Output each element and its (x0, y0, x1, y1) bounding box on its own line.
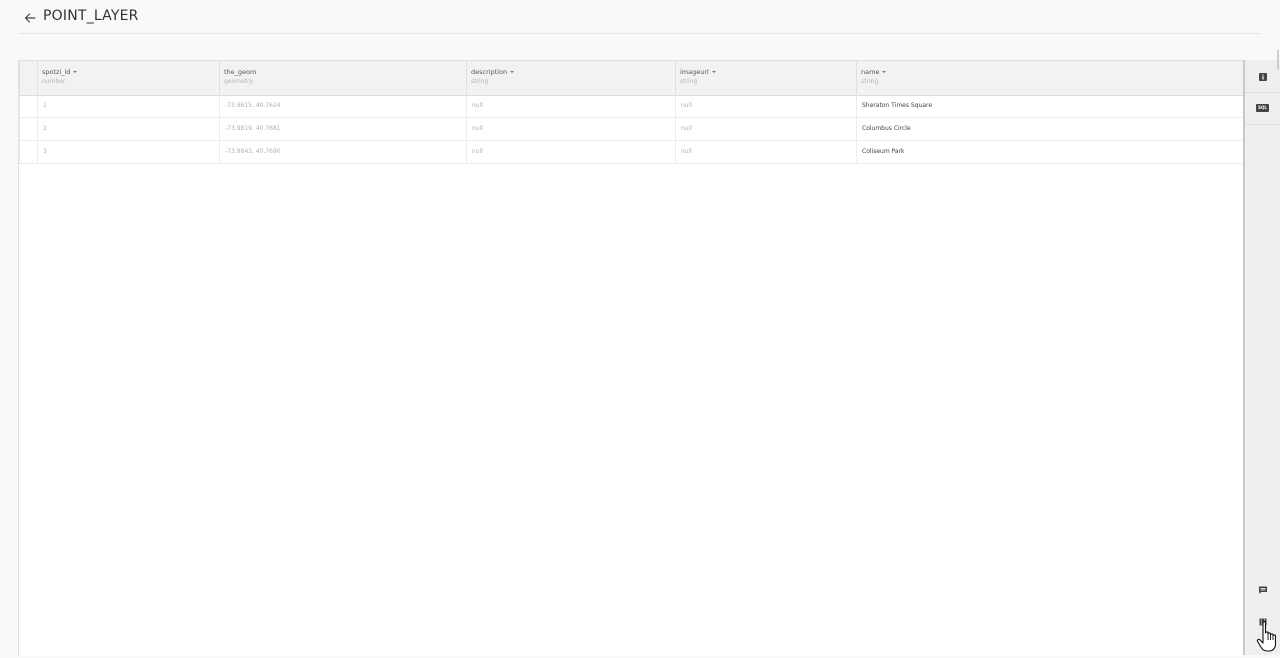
sql-button[interactable]: SQL (1245, 92, 1280, 125)
column-type: number (42, 78, 66, 85)
table-row[interactable]: 2 -73.9819, 40.7681 null null Columbus C… (19, 118, 1244, 141)
cell-imageurl[interactable]: null (675, 118, 856, 140)
row-selector[interactable] (19, 118, 37, 140)
cell-spotzi-id[interactable]: 2 (37, 118, 219, 140)
row-selector[interactable] (19, 141, 37, 163)
info-button[interactable] (1245, 60, 1280, 93)
comment-icon (1258, 580, 1268, 599)
sql-icon: SQL (1256, 104, 1269, 112)
hand-cursor-icon (1256, 620, 1280, 654)
scrollbar-thumb[interactable] (1277, 50, 1279, 70)
column-name: the_geom (224, 68, 257, 76)
cell-spotzi-id[interactable]: 1 (37, 95, 219, 117)
sort-caret-icon[interactable] (73, 71, 78, 73)
column-type: string (861, 78, 879, 85)
cell-name[interactable]: Sheraton Times Square (856, 95, 1244, 117)
column-header-the-geom[interactable]: the_geom geometry (219, 61, 466, 95)
column-type: string (471, 78, 489, 85)
row-selector-header (19, 61, 37, 95)
sort-caret-icon[interactable] (510, 71, 515, 73)
table-row[interactable]: 1 -73.9815, 40.7624 null null Sheraton T… (19, 95, 1244, 118)
arrow-left-icon[interactable] (22, 10, 38, 26)
column-header-description[interactable]: description string (466, 61, 675, 95)
cell-name[interactable]: Coliseum Park (856, 141, 1244, 163)
column-name: spotzi_id (42, 68, 71, 76)
cell-imageurl[interactable]: null (675, 95, 856, 117)
cell-name[interactable]: Columbus Circle (856, 118, 1244, 140)
column-header-name[interactable]: name string (856, 61, 1244, 95)
cell-description[interactable]: null (466, 118, 675, 140)
cell-the-geom[interactable]: -73.9815, 40.7624 (219, 95, 466, 117)
cell-the-geom[interactable]: -73.9843, 40.7690 (219, 141, 466, 163)
sort-caret-icon[interactable] (882, 71, 887, 73)
page-title: POINT_LAYER (43, 8, 139, 24)
column-type: string (680, 78, 698, 85)
cell-spotzi-id[interactable]: 3 (37, 141, 219, 163)
cell-description[interactable]: null (466, 141, 675, 163)
cell-imageurl[interactable]: null (675, 141, 856, 163)
sort-caret-icon[interactable] (711, 71, 716, 73)
column-type: geometry (224, 78, 254, 85)
info-icon (1258, 67, 1268, 86)
column-name: description (471, 68, 508, 76)
page-header: POINT_LAYER (18, 0, 1260, 34)
column-name: imageurl (680, 68, 709, 76)
row-selector[interactable] (19, 95, 37, 117)
comment-button[interactable] (1245, 574, 1280, 604)
table-row[interactable]: 3 -73.9843, 40.7690 null null Coliseum P… (19, 141, 1244, 164)
column-name: name (861, 68, 880, 76)
cell-the-geom[interactable]: -73.9819, 40.7681 (219, 118, 466, 140)
column-header-imageurl[interactable]: imageurl string (675, 61, 856, 95)
table-header: spotzi_id number the_geom geometry descr… (19, 61, 1244, 96)
right-toolbar: SQL (1243, 60, 1280, 655)
cell-description[interactable]: null (466, 95, 675, 117)
column-header-spotzi-id[interactable]: spotzi_id number (37, 61, 219, 95)
data-table: spotzi_id number the_geom geometry descr… (18, 60, 1244, 656)
